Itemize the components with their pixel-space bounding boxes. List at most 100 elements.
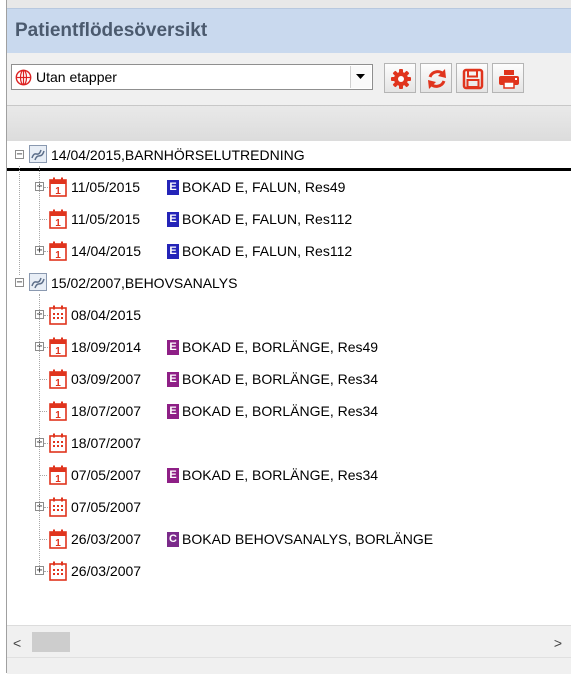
calendar-day-icon: 1 xyxy=(49,465,67,488)
column-header xyxy=(7,105,571,142)
svg-text:1: 1 xyxy=(55,250,61,261)
toolbar: Utan etapper xyxy=(7,53,571,103)
svg-text:1: 1 xyxy=(55,218,61,229)
status-badge: E xyxy=(167,212,179,227)
printer-icon xyxy=(499,70,519,89)
refresh-icon xyxy=(428,69,446,89)
row-date: 14/04/2015 xyxy=(71,243,142,259)
tree-row[interactable]: +08/04/2015 xyxy=(7,304,571,328)
scroll-thumb[interactable] xyxy=(32,632,70,652)
calendar-day-icon: 1 xyxy=(49,529,67,552)
status-badge: E xyxy=(167,340,179,355)
tree-row[interactable]: +07/05/2007 xyxy=(7,496,571,520)
tree-row[interactable]: − 14/04/2015 ,BARNHÖRSELUTREDNING xyxy=(7,144,571,171)
horizontal-scrollbar[interactable]: < > xyxy=(7,625,571,658)
tree-connector xyxy=(39,294,40,568)
calendar-day-icon: 1 xyxy=(49,177,67,200)
tree-connector xyxy=(39,475,47,476)
tree-row[interactable]: +1 14/04/2015 E BOKAD E, FALUN, Res112 xyxy=(7,240,571,264)
row-date: 03/09/2007 xyxy=(71,371,142,387)
patient-flow-tree[interactable]: −14/04/2015 ,BARNHÖRSELUTREDNING +1 11/05/… xyxy=(7,141,571,625)
save-button[interactable] xyxy=(456,63,488,93)
tree-connector xyxy=(39,166,40,248)
row-description: BOKAD BEHOVSANALYS, BORLÄNGE xyxy=(182,531,434,547)
svg-text:1: 1 xyxy=(55,474,61,485)
floppy-disk-icon xyxy=(462,68,484,90)
row-date: 14/04/2015 xyxy=(51,147,122,163)
calendar-day-icon: 1 xyxy=(49,337,67,360)
collapse-toggle[interactable]: − xyxy=(15,150,24,160)
scroll-right-arrow[interactable]: > xyxy=(554,635,562,651)
svg-text:1: 1 xyxy=(55,346,61,357)
flow-icon xyxy=(29,273,47,294)
status-badge: E xyxy=(167,372,179,387)
calendar-day-icon: 1 xyxy=(49,241,67,264)
tree-connector xyxy=(19,166,20,275)
row-date: 15/02/2007 xyxy=(51,275,122,291)
row-date: 18/07/2007 xyxy=(71,403,142,419)
row-description: ,BARNHÖRSELUTREDNING xyxy=(121,147,305,163)
tree-row[interactable]: 1 03/09/2007 E BOKAD E, BORLÄNGE, Res34 xyxy=(7,368,571,392)
stage-selector-value: Utan etapper xyxy=(36,69,117,85)
status-badge: E xyxy=(167,244,179,259)
row-description: ,BEHOVSANALYS xyxy=(121,275,238,291)
row-date: 08/04/2015 xyxy=(71,307,142,323)
row-date: 18/09/2014 xyxy=(71,339,142,355)
bottom-bar xyxy=(7,657,571,674)
calendar-day-icon: 1 xyxy=(49,369,67,392)
tree-row[interactable]: +18/07/2007 xyxy=(7,432,571,456)
svg-text:1: 1 xyxy=(55,186,61,197)
tree-row[interactable]: +1 11/05/2015 E BOKAD E, FALUN, Res49 xyxy=(7,176,571,200)
settings-button[interactable] xyxy=(384,63,416,93)
patient-flow-window: Patientflödesöversikt Utan etapper − 14/… xyxy=(6,0,571,674)
row-description: BOKAD E, FALUN, Res112 xyxy=(182,211,353,227)
row-date: 26/03/2007 xyxy=(71,563,142,579)
tree-row[interactable]: 1 26/03/2007 C BOKAD BEHOVSANALYS, BORLÄNGE xyxy=(7,528,571,552)
row-date: 11/05/2015 xyxy=(71,179,141,195)
tree-connector xyxy=(39,411,47,412)
row-description: BOKAD E, FALUN, Res112 xyxy=(182,243,353,259)
status-badge: C xyxy=(167,532,179,547)
row-date: 26/03/2007 xyxy=(71,531,142,547)
top-edge xyxy=(7,0,571,8)
status-badge: E xyxy=(167,180,179,195)
row-description: BOKAD E, FALUN, Res49 xyxy=(182,179,346,195)
calendar-month-icon xyxy=(49,497,67,520)
row-date: 18/07/2007 xyxy=(71,435,142,451)
row-description: BOKAD E, BORLÄNGE, Res34 xyxy=(182,371,379,387)
flow-icon xyxy=(29,145,47,166)
tree-row[interactable]: 1 11/05/2015 E BOKAD E, FALUN, Res112 xyxy=(7,208,571,232)
tree-row[interactable]: +1 18/09/2014 E BOKAD E, BORLÄNGE, Res49 xyxy=(7,336,571,360)
chevron-down-icon[interactable] xyxy=(350,66,371,88)
stage-selector[interactable]: Utan etapper xyxy=(11,64,373,90)
calendar-day-icon: 1 xyxy=(49,401,67,424)
calendar-month-icon xyxy=(49,433,67,456)
tree-connector xyxy=(39,539,47,540)
row-date: 07/05/2007 xyxy=(71,499,142,515)
svg-text:1: 1 xyxy=(55,378,61,389)
status-badge: E xyxy=(167,404,179,419)
tree-row[interactable]: +26/03/2007 xyxy=(7,560,571,584)
collapse-toggle[interactable]: − xyxy=(15,278,24,288)
row-description: BOKAD E, BORLÄNGE, Res49 xyxy=(182,339,379,355)
row-date: 11/05/2015 xyxy=(71,211,141,227)
tree-connector xyxy=(39,219,47,220)
calendar-day-icon: 1 xyxy=(49,209,67,232)
title-bar: Patientflödesöversikt xyxy=(7,8,571,54)
tree-connector xyxy=(39,379,47,380)
gear-icon xyxy=(391,69,411,89)
tree-row[interactable]: 1 18/07/2007 E BOKAD E, BORLÄNGE, Res34 xyxy=(7,400,571,424)
scroll-left-arrow[interactable]: < xyxy=(13,635,21,651)
print-button[interactable] xyxy=(492,63,524,93)
status-badge: E xyxy=(167,468,179,483)
window-title: Patientflödesöversikt xyxy=(15,20,208,41)
tree-row[interactable]: 1 07/05/2007 E BOKAD E, BORLÄNGE, Res34 xyxy=(7,464,571,488)
row-date: 07/05/2007 xyxy=(71,467,142,483)
row-description: BOKAD E, BORLÄNGE, Res34 xyxy=(182,403,379,419)
calendar-month-icon xyxy=(49,561,67,584)
svg-text:1: 1 xyxy=(55,410,61,421)
tree-row[interactable]: − 15/02/2007 ,BEHOVSANALYS xyxy=(7,272,571,296)
calendar-month-icon xyxy=(49,305,67,328)
refresh-button[interactable] xyxy=(420,63,452,93)
globe-icon xyxy=(15,69,32,91)
